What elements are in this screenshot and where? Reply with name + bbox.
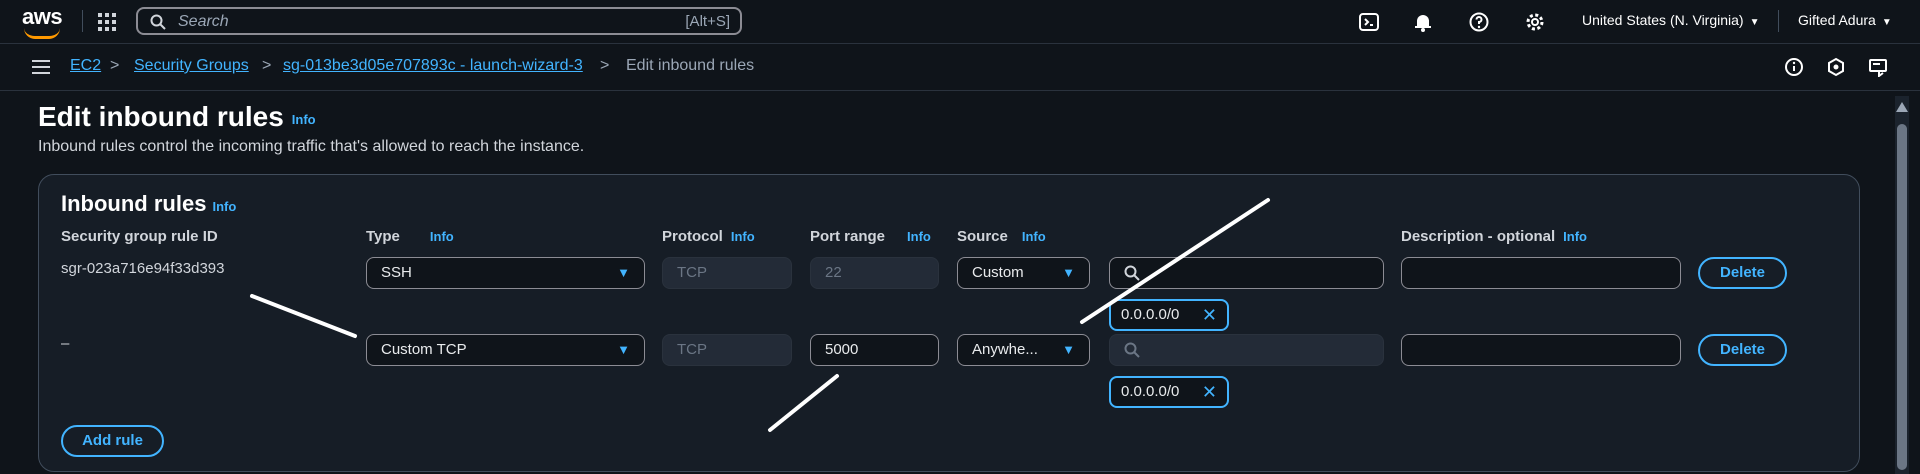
protocol-field: TCP (662, 257, 792, 289)
breadcrumb-ec2[interactable]: EC2 (70, 57, 101, 75)
caret-down-icon: ▼ (1749, 17, 1760, 28)
user-name: Gifted Adura (1798, 12, 1876, 28)
help-icon[interactable] (1468, 11, 1490, 33)
source-select[interactable]: Custom ▼ (957, 257, 1090, 289)
add-rule-button[interactable]: Add rule (61, 425, 164, 457)
type-value: SSH (381, 264, 412, 281)
delete-button[interactable]: Delete (1698, 334, 1787, 366)
description-input[interactable] (1401, 257, 1681, 289)
source-value: Anywhe... (972, 341, 1038, 358)
feedback-icon[interactable] (1868, 57, 1888, 77)
search-placeholder: Search (178, 13, 229, 30)
search-input[interactable]: Search [Alt+S] (136, 7, 742, 35)
menu-hamburger-icon[interactable] (32, 60, 50, 74)
close-icon[interactable]: ✕ (1202, 301, 1217, 329)
caret-down-icon: ▼ (617, 342, 630, 357)
region-selector[interactable]: United States (N. Virginia) ▼ (1582, 12, 1760, 28)
scrollbar[interactable] (1895, 96, 1909, 474)
scrollbar-thumb[interactable] (1897, 124, 1907, 470)
info-link[interactable]: Info (907, 229, 931, 244)
panel-title: Inbound rules Info (61, 191, 236, 217)
header-source-label: Source (957, 228, 1008, 245)
header-port-range: Port range Info (810, 228, 931, 245)
breadcrumb-bar: EC2 > Security Groups > sg-013be3d05e707… (0, 44, 1920, 91)
breadcrumb-security-groups[interactable]: Security Groups (134, 57, 249, 75)
description-input[interactable] (1401, 334, 1681, 366)
divider (82, 10, 83, 32)
cloudshell-icon[interactable] (1358, 11, 1380, 33)
cidr-token: 0.0.0.0/0 ✕ (1109, 299, 1229, 331)
region-label: United States (N. Virginia) (1582, 12, 1744, 28)
info-link[interactable]: Info (731, 229, 755, 244)
breadcrumb-current: Edit inbound rules (626, 57, 755, 74)
services-grid-icon[interactable] (98, 13, 116, 31)
protocol-field: TCP (662, 334, 792, 366)
caret-down-icon: ▼ (1881, 17, 1892, 28)
header-port-label: Port range (810, 228, 886, 245)
search-icon (150, 14, 166, 30)
hexagon-icon[interactable] (1826, 57, 1846, 77)
cidr-search-input[interactable] (1109, 257, 1384, 289)
scroll-up-icon[interactable] (1896, 102, 1908, 112)
port-range-input: 22 (810, 257, 939, 289)
port-range-input[interactable]: 5000 (810, 334, 939, 366)
type-select[interactable]: SSH ▼ (366, 257, 645, 289)
type-value: Custom TCP (381, 341, 467, 358)
page-title-text: Edit inbound rules (38, 101, 284, 132)
caret-down-icon: ▼ (617, 265, 630, 280)
source-select[interactable]: Anywhe... ▼ (957, 334, 1090, 366)
header-type: Type Info (366, 228, 454, 245)
page-description: Inbound rules control the incoming traff… (38, 138, 585, 155)
info-link[interactable]: Info (430, 229, 454, 244)
breadcrumb-security-group[interactable]: sg-013be3d05e707893c - launch-wizard-3 (283, 57, 583, 75)
header-rule-id: Security group rule ID (61, 228, 218, 245)
info-link[interactable]: Info (1022, 229, 1046, 244)
delete-button[interactable]: Delete (1698, 257, 1787, 289)
search-icon (1124, 265, 1140, 281)
inbound-rules-panel: Inbound rules Info Security group rule ID… (38, 174, 1860, 472)
settings-icon[interactable] (1524, 11, 1546, 33)
type-select[interactable]: Custom TCP ▼ (366, 334, 645, 366)
top-navigation-bar: aws Search [Alt+S] United States (N. Vir… (0, 0, 1920, 44)
cidr-token: 0.0.0.0/0 ✕ (1109, 376, 1229, 408)
header-protocol-label: Protocol (662, 228, 723, 245)
info-link[interactable]: Info (292, 112, 316, 127)
rule-id: – (61, 335, 70, 352)
caret-down-icon: ▼ (1062, 342, 1075, 357)
search-shortcut: [Alt+S] (685, 13, 730, 30)
page-title: Edit inbound rules Info (38, 101, 316, 133)
aws-logo[interactable]: aws (22, 4, 63, 39)
rule-id: sgr-023a716e94f33d393 (61, 260, 225, 277)
divider (1778, 10, 1779, 32)
header-description: Description - optional Info (1401, 228, 1587, 245)
header-protocol: Protocol Info (662, 228, 755, 245)
header-source: Source Info (957, 228, 1046, 245)
header-description-label: Description - optional (1401, 228, 1556, 245)
chevron-right-icon: > (600, 57, 610, 74)
close-icon[interactable]: ✕ (1202, 378, 1217, 406)
account-menu[interactable]: Gifted Adura ▼ (1798, 12, 1892, 28)
info-link[interactable]: Info (1563, 229, 1587, 244)
chevron-right-icon: > (110, 57, 120, 74)
cidr-search-input[interactable] (1109, 334, 1384, 366)
cidr-value: 0.0.0.0/0 (1121, 306, 1180, 323)
bell-icon[interactable] (1412, 11, 1434, 33)
header-type-label: Type (366, 228, 400, 245)
cidr-value: 0.0.0.0/0 (1121, 383, 1180, 400)
chevron-right-icon: > (262, 57, 272, 74)
caret-down-icon: ▼ (1062, 265, 1075, 280)
search-icon (1124, 342, 1140, 358)
panel-title-text: Inbound rules (61, 191, 207, 216)
info-link[interactable]: Info (212, 199, 236, 214)
info-icon[interactable] (1784, 57, 1804, 77)
aws-logo-text: aws (22, 4, 63, 29)
source-value: Custom (972, 264, 1024, 281)
